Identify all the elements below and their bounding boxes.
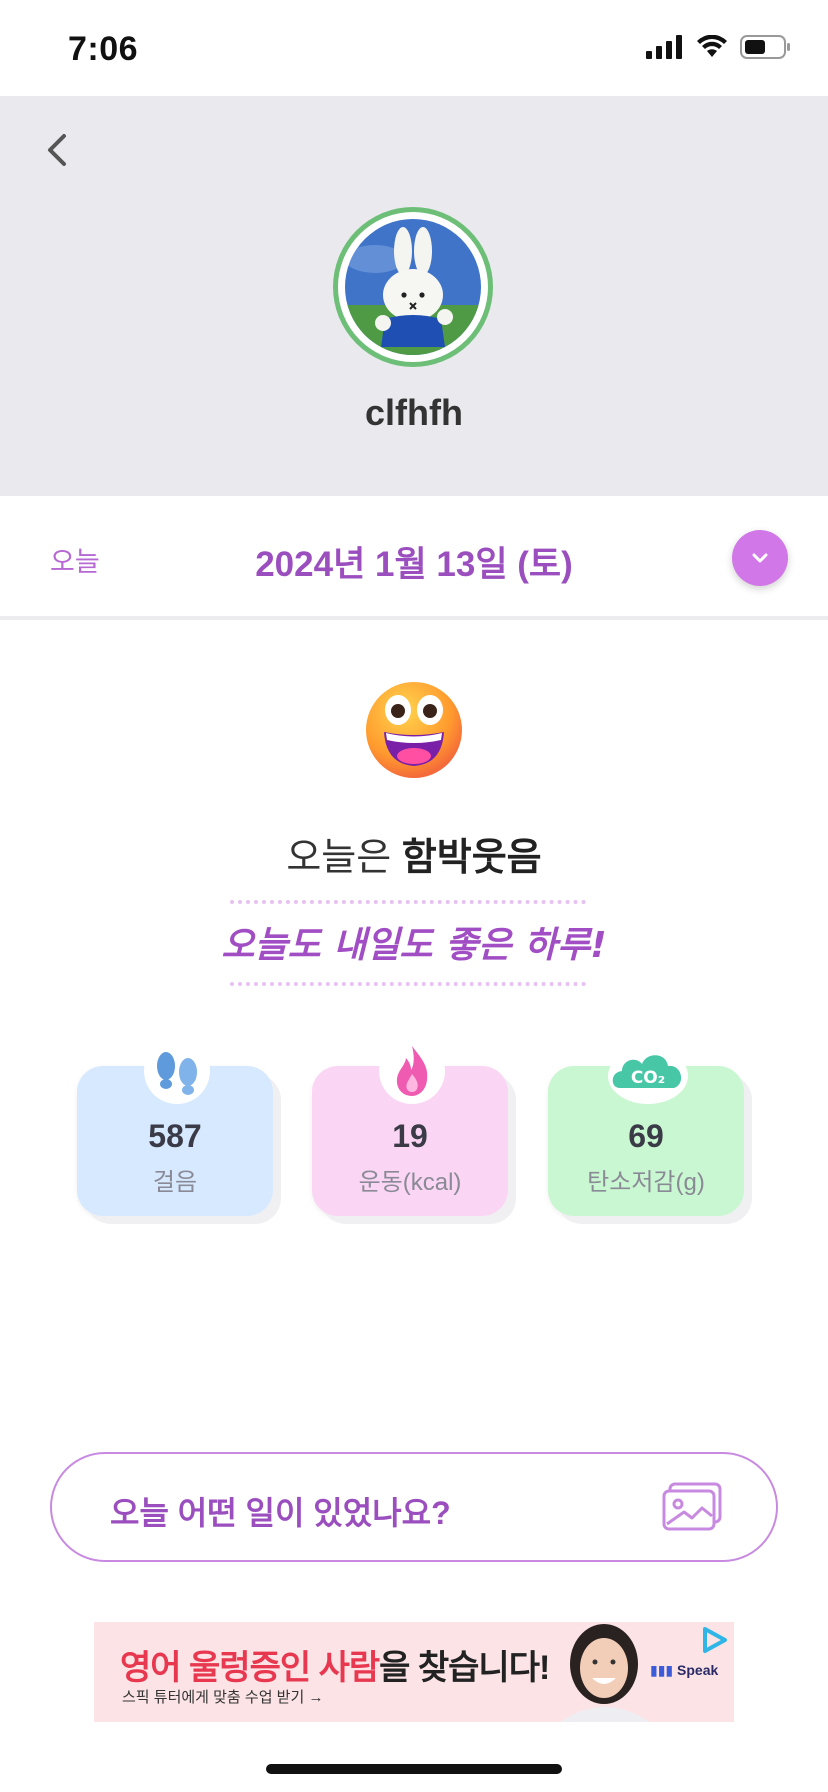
username: clfhfh — [365, 392, 463, 433]
avatar[interactable] — [345, 219, 481, 355]
co2-label: CO₂ — [631, 1068, 665, 1088]
exercise-label: 운동(kcal) — [358, 1169, 462, 1196]
back-chevron-icon[interactable] — [38, 130, 78, 170]
ad-brand: ▮▮▮ Speak — [650, 1662, 718, 1679]
ad-subtitle[interactable]: 스픽 튜터에게 맞춤 수업 받기 → — [122, 1686, 323, 1707]
diary-input-placeholder[interactable]: 오늘 어떤 일이 있었나요? — [110, 1488, 451, 1534]
footprints-icon — [144, 1038, 210, 1104]
carbon-value: 69 — [628, 1118, 664, 1154]
status-icons — [646, 34, 792, 60]
date-dropdown-button[interactable] — [732, 530, 788, 586]
co2-cloud-icon: CO₂ — [608, 1048, 688, 1104]
mood-text: 오늘은 함박웃음 — [0, 826, 828, 881]
speak-logo-icon: ▮▮▮ — [650, 1662, 674, 1678]
mood-prefix: 오늘은 — [286, 837, 402, 879]
daily-motto: 오늘도 내일도 좋은 하루! — [221, 925, 607, 966]
ad-brand-text: Speak — [677, 1662, 719, 1678]
ad-person-image — [560, 1624, 650, 1722]
flame-icon — [379, 1038, 445, 1104]
home-indicator[interactable] — [266, 1764, 562, 1774]
exercise-value: 19 — [392, 1118, 428, 1154]
chevron-down-icon — [752, 553, 768, 563]
steps-value: 587 — [148, 1118, 202, 1154]
ad-title[interactable]: 영어 울렁증인 사람을 찾습니다! — [120, 1640, 550, 1689]
wifi-icon — [697, 35, 727, 57]
divider-dotted-top — [230, 900, 586, 904]
selected-date[interactable]: 2024년 1월 13일 (토) — [0, 536, 828, 587]
cellular-signal-icon — [646, 35, 682, 59]
mood-value: 함박웃음 — [401, 837, 542, 879]
steps-label: 걸음 — [152, 1169, 198, 1196]
status-time: 7:06 — [68, 30, 139, 68]
ad-title-rest: 을 찾습니다! — [379, 1649, 550, 1687]
grinning-emoji-icon — [366, 682, 462, 778]
battery-icon — [740, 35, 790, 59]
adchoices-icon[interactable] — [700, 1626, 730, 1654]
divider-dotted-bottom — [230, 982, 586, 986]
ad-title-highlight: 영어 울렁증인 사람 — [120, 1649, 380, 1687]
carbon-label: 탄소저감(g) — [587, 1169, 705, 1196]
image-attach-icon[interactable] — [662, 1482, 722, 1532]
avatar-image — [345, 219, 481, 355]
